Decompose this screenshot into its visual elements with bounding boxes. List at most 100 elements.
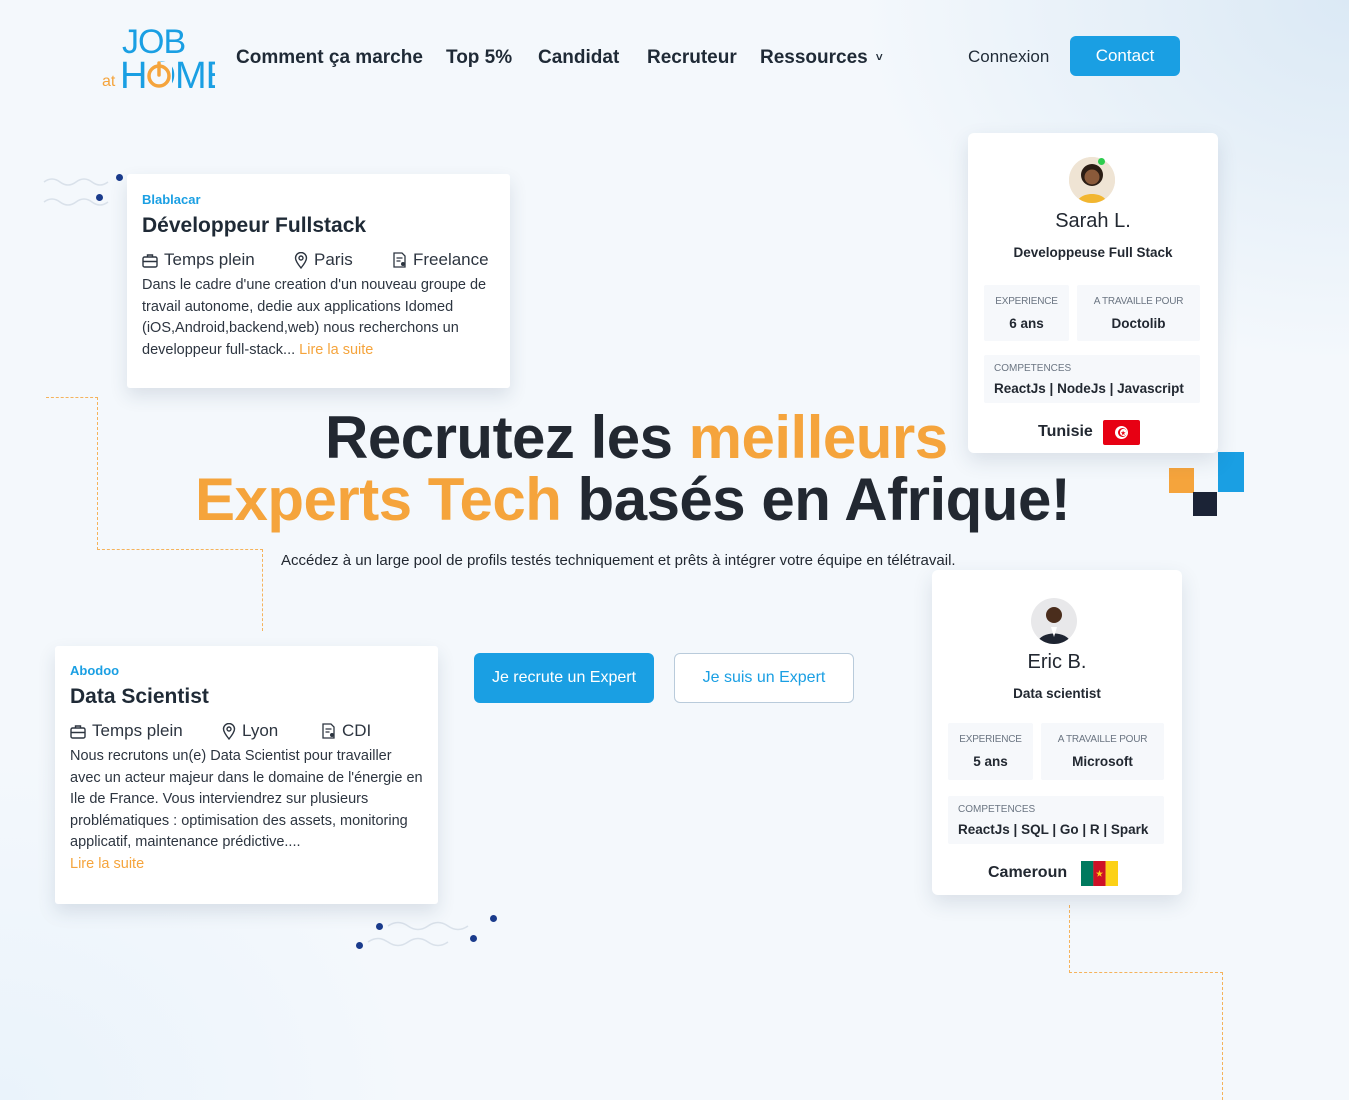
skills-value: ReactJs | NodeJs | Javascript — [994, 381, 1184, 396]
profile-role: Data scientist — [1013, 686, 1101, 701]
job-meta: Temps plein Lyon CDI — [70, 721, 423, 741]
job-type: Temps plein — [142, 250, 294, 270]
decor-dot — [116, 174, 123, 181]
decor-dot — [96, 194, 103, 201]
worked-for-value: Microsoft — [1072, 754, 1133, 769]
job-card[interactable]: Abodoo Data Scientist Temps plein Lyon C… — [55, 646, 438, 904]
profile-role: Developpeuse Full Stack — [1013, 245, 1173, 260]
hero-title-highlight: Experts Tech — [195, 466, 562, 533]
nav-top-5[interactable]: Top 5% — [446, 47, 512, 69]
profile-name: Eric B. — [1027, 651, 1087, 673]
job-company: Blablacar — [142, 192, 201, 207]
logo-at-text: at — [102, 73, 116, 90]
skills-label: COMPETENCES — [958, 804, 1036, 815]
logo[interactable]: JOB at HOME — [100, 23, 231, 97]
worked-for-value: Doctolib — [1111, 316, 1166, 331]
hero-title-dark: basés en Afrique! — [577, 466, 1071, 533]
tunisia-flag-icon — [1103, 420, 1140, 445]
worked-for-label: A TRAVAILLE POUR — [1057, 734, 1148, 745]
job-description-text: Nous recrutons un(e) Data Scientist pour… — [70, 748, 423, 850]
avatar — [1069, 157, 1115, 203]
i-am-expert-button[interactable]: Je suis un Expert — [674, 653, 854, 703]
experience-value: 5 ans — [973, 754, 1008, 769]
job-location-label: Lyon — [242, 721, 279, 740]
job-contract: Freelance — [392, 250, 489, 270]
avatar-image — [1031, 598, 1077, 644]
nav-recruteur[interactable]: Recruteur — [647, 47, 737, 69]
contact-button[interactable]: Contact — [1070, 36, 1180, 76]
hero-title-highlight: meilleurs — [688, 404, 948, 471]
hero-title-dark: Recrutez les — [325, 404, 673, 471]
job-type-label: Temps plein — [164, 250, 255, 269]
job-contract: CDI — [321, 721, 371, 741]
dashed-line — [1069, 972, 1223, 973]
experience-label: EXPERIENCE — [959, 734, 1022, 745]
dashed-line — [1069, 905, 1070, 973]
worked-for-stat: A TRAVAILLE POUR Microsoft — [1041, 723, 1164, 780]
skills-value: ReactJs | SQL | Go | R | Spark — [958, 822, 1149, 837]
recruit-expert-button[interactable]: Je recrute un Expert — [474, 653, 654, 703]
dashed-line — [46, 397, 98, 398]
briefcase-icon — [70, 724, 86, 739]
contract-icon — [393, 252, 406, 268]
profile-card[interactable]: Eric B. Data scientist EXPERIENCE 5 ans … — [932, 570, 1182, 895]
cameroon-flag-icon — [1081, 861, 1118, 886]
dashed-line — [97, 397, 98, 550]
decor-square-dark — [1193, 492, 1217, 516]
nav-ressources-label: Ressources — [760, 47, 868, 68]
chevron-down-icon: ˅ — [875, 50, 883, 64]
job-card[interactable]: Blablacar Développeur Fullstack Temps pl… — [127, 174, 510, 388]
logo-mark: JOB at HOME — [102, 23, 231, 97]
contract-icon — [322, 723, 335, 739]
experience-label: EXPERIENCE — [995, 296, 1058, 307]
job-company: Abodoo — [70, 663, 120, 678]
job-contract-label: Freelance — [413, 250, 489, 269]
nav-candidat[interactable]: Candidat — [538, 47, 619, 69]
decor-dot — [356, 942, 363, 949]
hero-title-line1: Recrutez les meilleurs — [325, 403, 948, 472]
decor-dot — [376, 923, 383, 930]
location-pin-icon — [294, 251, 308, 269]
skills-box: COMPETENCES ReactJs | SQL | Go | R | Spa… — [948, 796, 1164, 844]
location-pin-icon — [222, 722, 236, 740]
online-status-indicator — [1098, 158, 1105, 165]
skills-label: COMPETENCES — [994, 363, 1072, 374]
profile-name: Sarah L. — [1055, 210, 1131, 232]
job-meta: Temps plein Paris Freelance — [142, 250, 495, 270]
job-type-label: Temps plein — [92, 721, 183, 740]
job-location: Lyon — [222, 721, 321, 741]
login-link[interactable]: Connexion — [968, 47, 1049, 67]
dashed-line — [262, 549, 263, 631]
skills-box: COMPETENCES ReactJs | NodeJs | Javascrip… — [984, 355, 1200, 403]
briefcase-icon — [142, 253, 158, 268]
job-description: Nous recrutons un(e) Data Scientist pour… — [70, 746, 423, 875]
nav-ressources[interactable]: Ressources ˅ — [760, 47, 883, 69]
wave-decoration-bottom — [367, 921, 469, 947]
experience-value: 6 ans — [1009, 316, 1044, 331]
read-more-link[interactable]: Lire la suite — [299, 342, 373, 358]
country-label: Tunisie — [1038, 423, 1093, 440]
job-contract-label: CDI — [342, 721, 372, 740]
avatar — [1031, 598, 1077, 644]
experience-stat: EXPERIENCE 5 ans — [948, 723, 1033, 780]
read-more-link[interactable]: Lire la suite — [70, 856, 144, 872]
job-location: Paris — [294, 250, 392, 270]
job-description: Dans le cadre d'une creation d'un nouvea… — [142, 275, 495, 361]
decor-square-orange — [1169, 468, 1194, 493]
nav-comment-ca-marche[interactable]: Comment ça marche — [236, 47, 423, 69]
worked-for-stat: A TRAVAILLE POUR Doctolib — [1077, 285, 1200, 341]
profile-card[interactable]: Sarah L. Developpeuse Full Stack EXPERIE… — [968, 133, 1218, 453]
job-title: Développeur Fullstack — [142, 214, 367, 237]
decor-square-blue — [1218, 452, 1244, 492]
job-title: Data Scientist — [70, 685, 209, 708]
country-label: Cameroun — [988, 864, 1068, 881]
hero-title-line2: Experts Tech basés en Afrique! — [195, 465, 1071, 534]
hero-subtitle: Accédez à un large pool de profils testé… — [281, 552, 956, 569]
avatar-image — [1069, 157, 1115, 203]
job-location-label: Paris — [314, 250, 353, 269]
dashed-line — [97, 549, 263, 550]
decor-dot — [470, 935, 477, 942]
dashed-line — [1222, 972, 1223, 1100]
experience-stat: EXPERIENCE 6 ans — [984, 285, 1069, 341]
job-type: Temps plein — [70, 721, 222, 741]
